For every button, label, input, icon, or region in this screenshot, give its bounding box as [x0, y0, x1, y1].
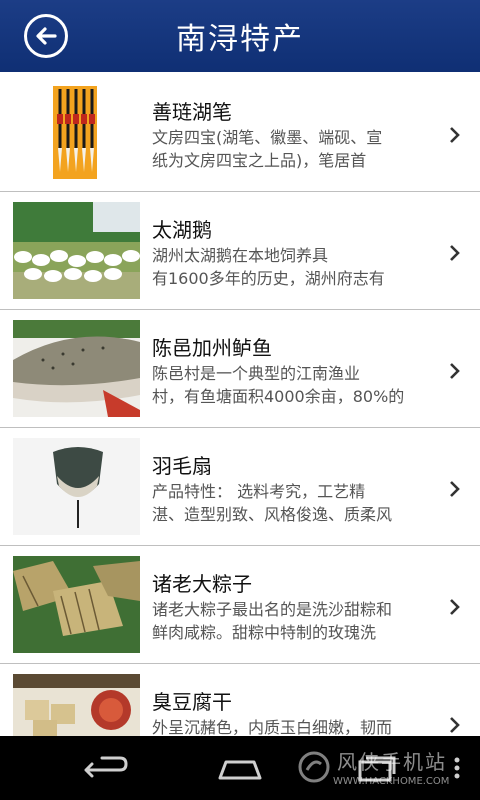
list-item[interactable]: 太湖鹅 湖州太湖鹅在本地饲养具 有1600多年的历史，湖州府志有: [0, 192, 480, 310]
chevron-right-icon: [450, 599, 460, 615]
item-description: 湖州太湖鹅在本地饲养具 有1600多年的历史，湖州府志有: [152, 246, 385, 288]
watermark: 风侠手机站 WWW.HACKHOME.COM: [297, 746, 472, 796]
item-name: 臭豆腐干: [152, 690, 232, 714]
nav-home-icon[interactable]: [216, 752, 264, 784]
item-name: 善琏湖笔: [152, 100, 232, 124]
item-description: 诸老大粽子最出名的是洗沙甜粽和 鲜肉咸粽。甜粽中特制的玫瑰洗: [152, 600, 393, 642]
chevron-right-icon: [450, 717, 460, 733]
nav-back-icon[interactable]: [82, 752, 130, 784]
chevron-right-icon: [450, 245, 460, 261]
list-item[interactable]: 羽毛扇 产品特性： 选料考究，工艺精 湛、造型别致、风格俊逸、质柔风: [0, 428, 480, 546]
app-header: 南浔特产: [0, 0, 480, 72]
list-item[interactable]: 善琏湖笔 文房四宝(湖笔、徽墨、端砚、宣 纸为文房四宝之上品)，笔居首: [0, 74, 480, 192]
list-item[interactable]: 陈邑加州鲈鱼 陈邑村是一个典型的江南渔业 村，有鱼塘面积4000余亩，80%的: [0, 310, 480, 428]
item-thumbnail-zongzi: [13, 556, 140, 653]
chevron-right-icon: [450, 127, 460, 143]
item-name: 陈邑加州鲈鱼: [152, 336, 272, 360]
item-description: 产品特性： 选料考究，工艺精 湛、造型别致、风格俊逸、质柔风: [152, 482, 393, 524]
specialty-list[interactable]: 善琏湖笔 文房四宝(湖笔、徽墨、端砚、宣 纸为文房四宝之上品)，笔居首 太湖鹅 …: [0, 74, 480, 736]
chevron-right-icon: [450, 481, 460, 497]
item-thumbnail-geese: [13, 202, 140, 299]
watermark-text: 风侠手机站: [337, 750, 447, 774]
item-name: 诸老大粽子: [152, 572, 252, 596]
item-name: 太湖鹅: [152, 218, 212, 242]
item-description: 文房四宝(湖笔、徽墨、端砚、宣 纸为文房四宝之上品)，笔居首: [152, 128, 383, 170]
item-description: 陈邑村是一个典型的江南渔业 村，有鱼塘面积4000余亩，80%的: [152, 364, 405, 406]
watermark-logo-icon: [298, 751, 330, 783]
page-title: 南浔特产: [176, 22, 304, 57]
item-thumbnail-fish: [13, 320, 140, 417]
item-description: 外呈沉赭色，内质玉白细嫩，韧而: [152, 718, 393, 736]
item-thumbnail-feather-fan: [13, 438, 140, 535]
chevron-right-icon: [450, 363, 460, 379]
list-item[interactable]: 诸老大粽子 诸老大粽子最出名的是洗沙甜粽和 鲜肉咸粽。甜粽中特制的玫瑰洗: [0, 546, 480, 664]
list-item[interactable]: 臭豆腐干 外呈沉赭色，内质玉白细嫩，韧而: [0, 664, 480, 736]
watermark-url: WWW.HACKHOME.COM: [333, 776, 450, 787]
item-name: 羽毛扇: [152, 454, 212, 478]
item-thumbnail-tofu: [13, 674, 140, 736]
item-thumbnail-brushes: [13, 84, 140, 181]
